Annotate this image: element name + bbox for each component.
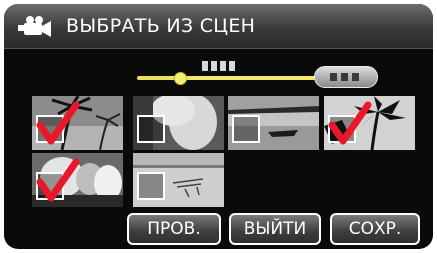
- scene-thumbnail[interactable]: [228, 96, 319, 150]
- scene-thumbnail[interactable]: [133, 96, 224, 150]
- exit-button[interactable]: ВЫЙТИ: [229, 213, 321, 245]
- checkmark-icon: [36, 101, 80, 145]
- page-title: ВЫБРАТЬ ИЗ СЦЕН: [66, 15, 256, 37]
- screen: ВЫБРАТЬ ИЗ СЦЕН ПРОВ. ВЫЙТИ СОХР.: [0, 0, 437, 253]
- scene-checkbox[interactable]: [137, 115, 165, 143]
- dotted-label-icon: [202, 61, 238, 71]
- checkmark-icon: [36, 158, 80, 202]
- scene-thumbnail[interactable]: [32, 96, 123, 150]
- checkmark-icon: [328, 101, 372, 145]
- scene-checkbox[interactable]: [232, 115, 260, 143]
- scene-thumbnail[interactable]: [324, 96, 415, 150]
- dotted-pill-icon[interactable]: [314, 66, 378, 88]
- save-button[interactable]: СОХР.: [330, 213, 420, 245]
- check-button[interactable]: ПРОВ.: [127, 213, 221, 245]
- scene-thumbnail[interactable]: [133, 153, 224, 207]
- scene-thumbnail[interactable]: [32, 153, 123, 207]
- camera-lcd-frame: ВЫБРАТЬ ИЗ СЦЕН ПРОВ. ВЫЙТИ СОХР.: [4, 4, 433, 249]
- video-camera-icon: [18, 16, 51, 37]
- scene-checkbox[interactable]: [137, 172, 165, 200]
- slider-track[interactable]: [180, 76, 315, 80]
- header-bar: ВЫБРАТЬ ИЗ СЦЕН: [4, 4, 433, 49]
- slider-thumb[interactable]: [174, 72, 187, 85]
